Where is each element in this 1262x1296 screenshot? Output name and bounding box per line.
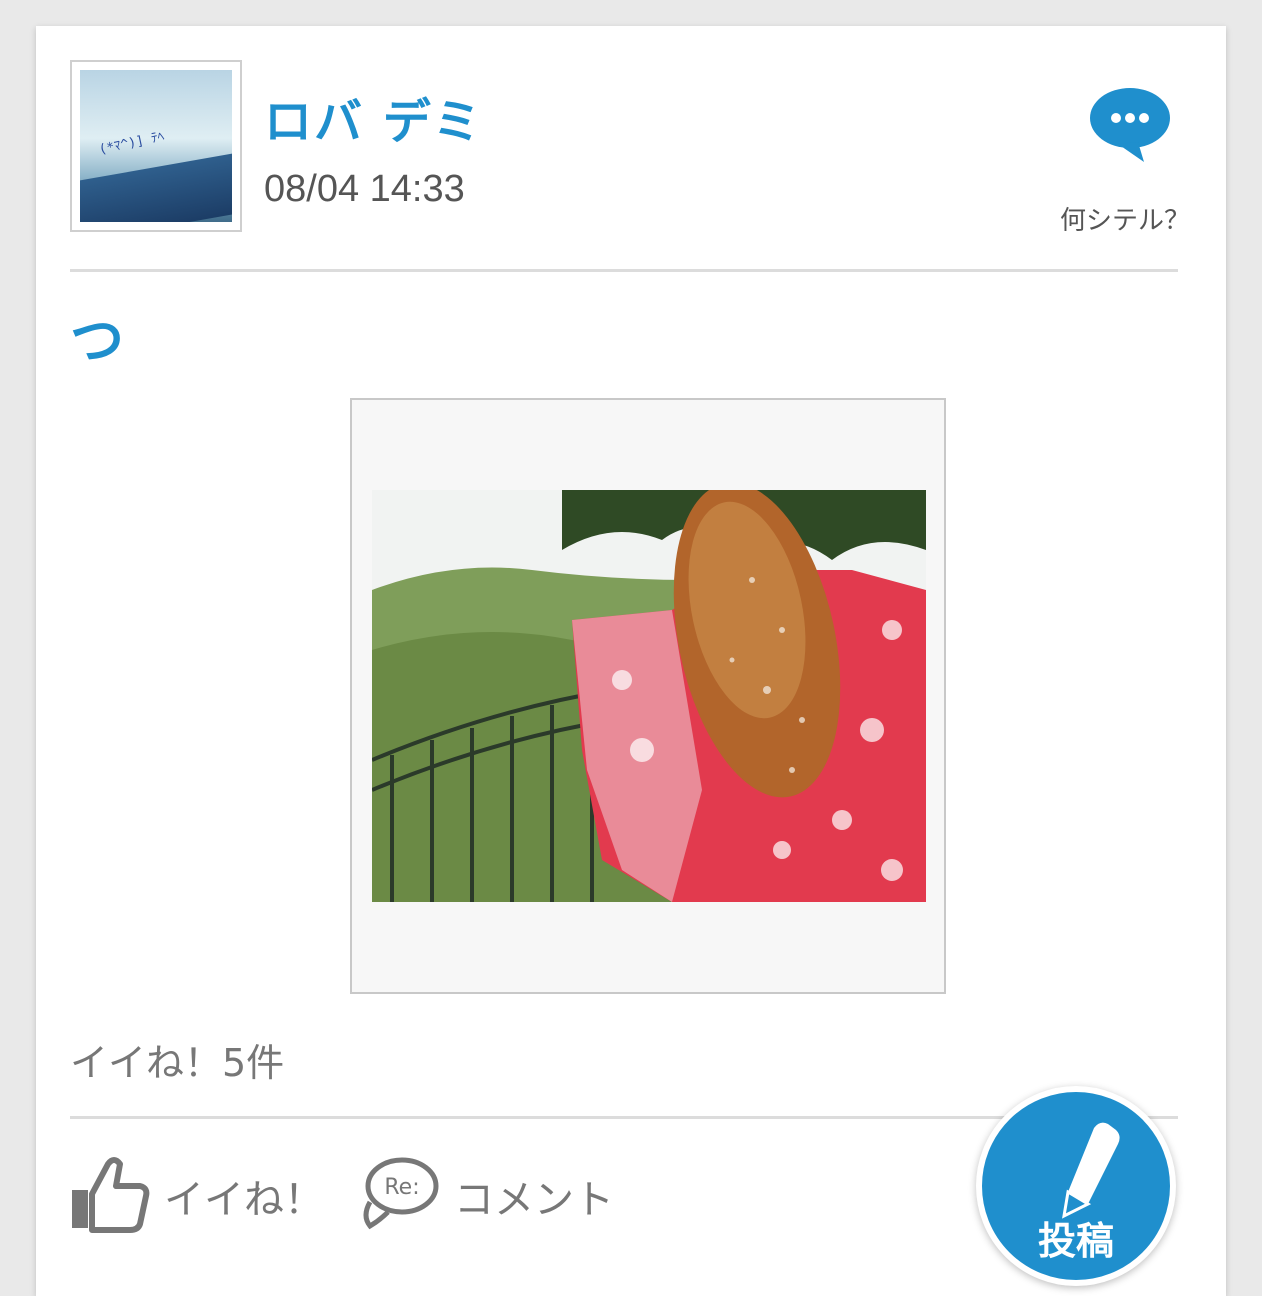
avatar-band-decoration <box>80 148 232 222</box>
like-count[interactable]: イイね！5件 <box>70 1032 284 1087</box>
post-title: つ <box>70 309 124 372</box>
photo-frame[interactable] <box>350 398 946 994</box>
post-photo-illustration <box>372 490 926 902</box>
chat-bubble-icon[interactable] <box>1088 82 1172 166</box>
avatar-caption: (*ﾏ^)] ﾃﾍ <box>97 129 166 158</box>
comment-badge: Re: <box>384 1175 419 1200</box>
thumbs-up-icon <box>70 1154 150 1238</box>
avatar-image: (*ﾏ^)] ﾃﾍ <box>80 70 232 222</box>
like-button-label: イイね！ <box>164 1177 324 1223</box>
post-timestamp: 08/04 14:33 <box>264 168 465 210</box>
like-button[interactable]: イイね！ <box>70 1156 324 1236</box>
user-name[interactable]: ロバ デミ <box>264 82 483 152</box>
comment-button[interactable]: Re: コメント <box>358 1156 614 1236</box>
post-photo[interactable] <box>372 490 926 902</box>
status-link[interactable]: 何シテル？ <box>1060 200 1190 237</box>
avatar[interactable]: (*ﾏ^)] ﾃﾍ <box>70 60 242 232</box>
post-compose-button[interactable]: 投稿 <box>976 1086 1176 1286</box>
comment-bubble-icon: Re: <box>358 1154 440 1238</box>
header-divider <box>70 269 1178 272</box>
post-compose-label: 投稿 <box>1037 1219 1114 1263</box>
comment-button-label: コメント <box>454 1177 614 1223</box>
